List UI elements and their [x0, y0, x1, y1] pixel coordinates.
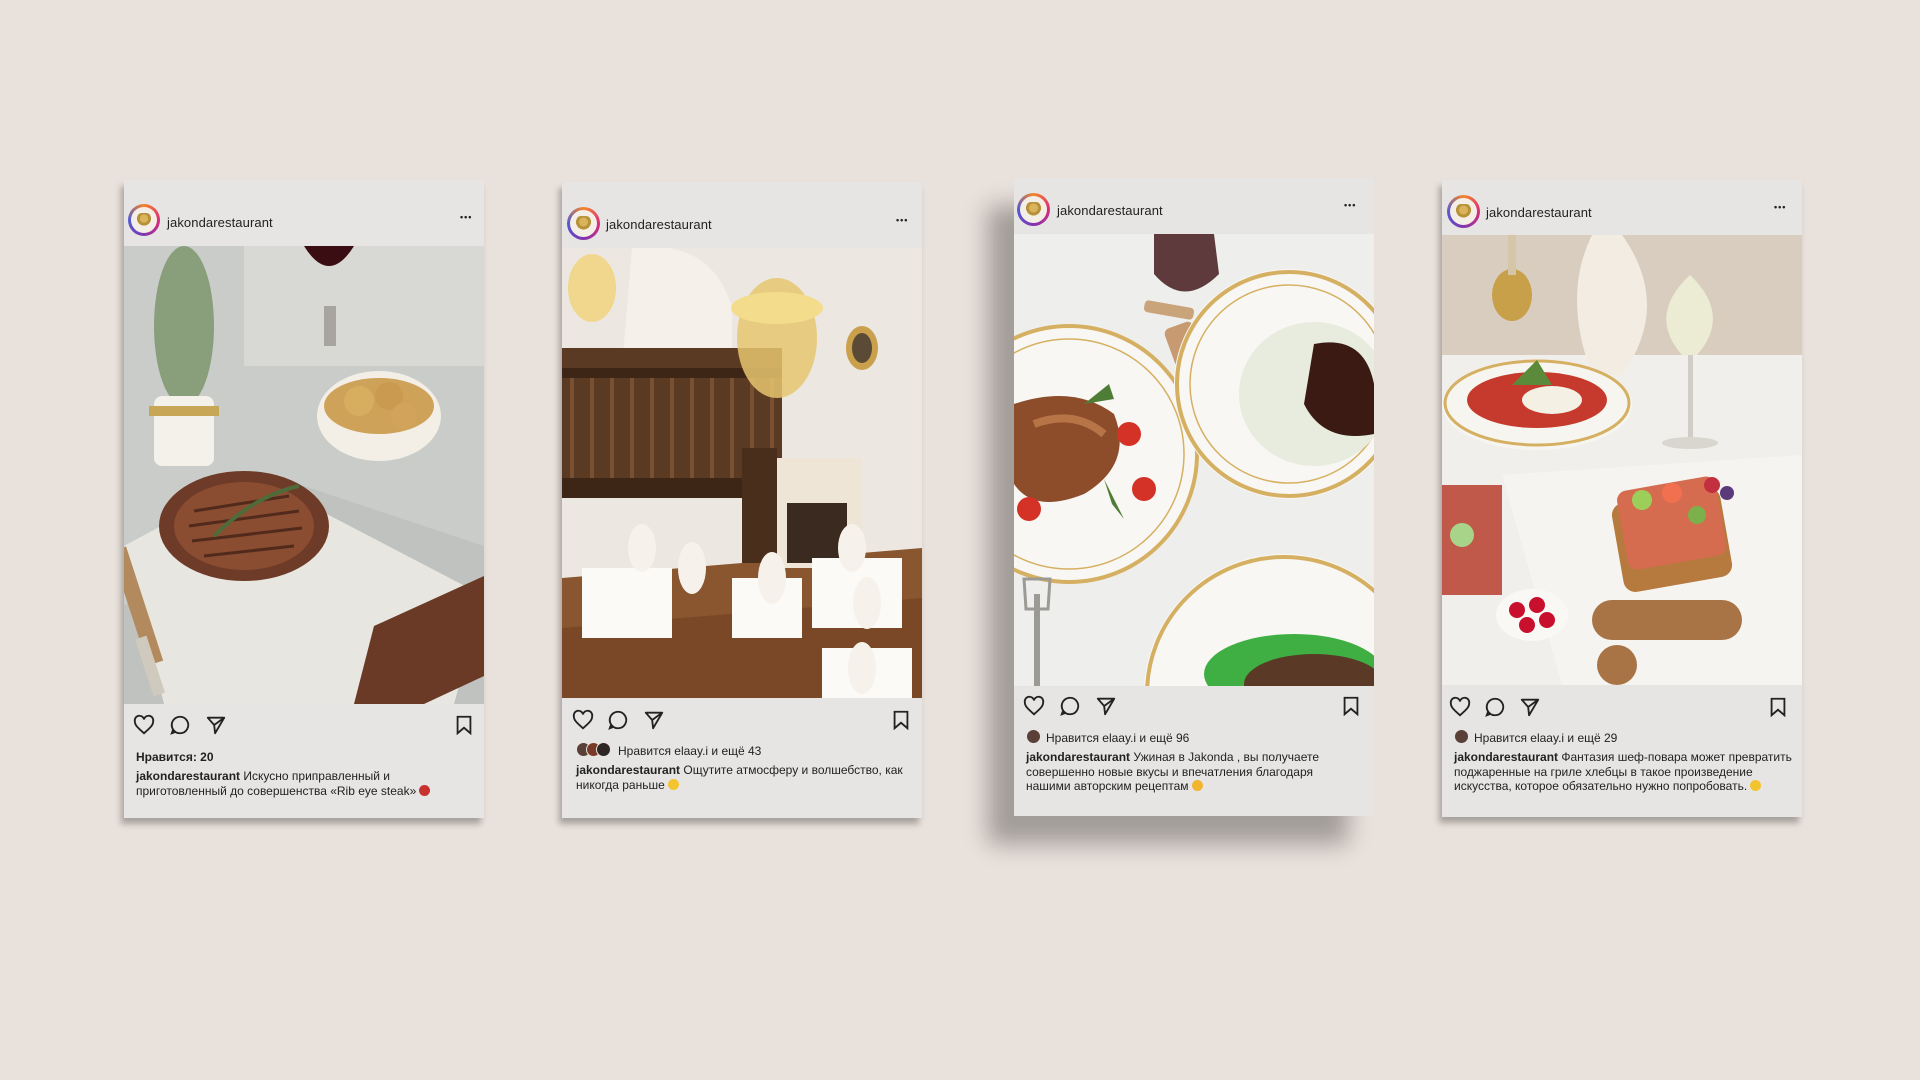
post-username[interactable]: jakondarestaurant	[167, 215, 273, 230]
liker-avatar	[596, 742, 611, 757]
post-card-2: jakondarestaurant ••• Нравится elaay.i и…	[562, 182, 922, 818]
meat-emoji-icon	[419, 784, 431, 796]
comment-icon[interactable]	[607, 709, 629, 731]
heart-icon[interactable]	[1449, 696, 1471, 718]
post-photo[interactable]	[1442, 235, 1802, 685]
heart-icon[interactable]	[572, 709, 594, 731]
likes-count[interactable]: Нравится: 20	[136, 750, 214, 764]
restaurant-logo-icon	[136, 212, 152, 228]
action-bar	[124, 711, 484, 739]
sparkles-emoji-icon	[667, 778, 679, 790]
post-caption: jakondarestaurant Ужиная в Jakonda , вы …	[1026, 750, 1356, 794]
bookmark-icon[interactable]	[1340, 695, 1362, 717]
restaurant-logo-icon	[1025, 202, 1042, 217]
caption-username[interactable]: jakondarestaurant	[1026, 750, 1130, 764]
more-options-icon[interactable]: •••	[1774, 202, 1786, 212]
likes-count[interactable]: Нравится elaay.i и ещё 96	[1026, 729, 1189, 747]
post-photo[interactable]	[1014, 234, 1374, 686]
likes-count[interactable]: Нравится elaay.i и ещё 29	[1454, 729, 1617, 747]
post-username[interactable]: jakondarestaurant	[606, 217, 712, 232]
action-bar	[562, 706, 922, 734]
heart-eyes-emoji-icon	[1191, 780, 1203, 791]
comment-icon[interactable]	[1484, 696, 1506, 718]
more-options-icon[interactable]: •••	[1344, 200, 1356, 210]
heart-icon[interactable]	[1023, 695, 1045, 717]
yum-emoji-icon	[1750, 780, 1762, 791]
caption-username[interactable]: jakondarestaurant	[1454, 750, 1558, 764]
bookmark-icon[interactable]	[890, 709, 912, 731]
action-bar	[1442, 693, 1802, 721]
bookmark-icon[interactable]	[1767, 696, 1789, 718]
avatar[interactable]	[1447, 195, 1480, 228]
caption-username[interactable]: jakondarestaurant	[576, 763, 680, 777]
share-icon[interactable]	[1095, 695, 1117, 717]
post-caption: jakondarestaurant Фантазия шеф-повара мо…	[1454, 750, 1792, 794]
liker-avatars	[576, 742, 611, 760]
more-options-icon[interactable]: •••	[896, 215, 908, 225]
post-caption: jakondarestaurant Ощутите атмосферу и во…	[576, 763, 906, 792]
post-photo[interactable]	[124, 246, 484, 704]
restaurant-logo-icon	[1455, 204, 1472, 219]
avatar[interactable]	[128, 204, 160, 236]
post-card-1: jakondarestaurant ••• Нравится: 20 jakon…	[124, 180, 484, 818]
liker-avatar	[1454, 729, 1469, 744]
share-icon[interactable]	[205, 714, 227, 736]
likes-count[interactable]: Нравится elaay.i и ещё 43	[576, 742, 761, 760]
post-photo[interactable]	[562, 248, 922, 698]
post-card-4: jakondarestaurant ••• Нравится elaay.i и…	[1442, 180, 1802, 817]
restaurant-logo-icon	[575, 216, 592, 231]
comment-icon[interactable]	[1059, 695, 1081, 717]
share-icon[interactable]	[643, 709, 665, 731]
comment-icon[interactable]	[169, 714, 191, 736]
liker-avatar	[1026, 729, 1041, 744]
share-icon[interactable]	[1519, 696, 1541, 718]
avatar[interactable]	[1017, 193, 1050, 226]
caption-username[interactable]: jakondarestaurant	[136, 769, 240, 783]
post-caption: jakondarestaurant Искусно приправленный …	[136, 769, 466, 798]
liker-avatars	[1026, 729, 1041, 747]
bookmark-icon[interactable]	[453, 714, 475, 736]
post-username[interactable]: jakondarestaurant	[1057, 203, 1163, 218]
liker-avatars	[1454, 729, 1469, 747]
avatar[interactable]	[567, 207, 600, 240]
post-username[interactable]: jakondarestaurant	[1486, 205, 1592, 220]
action-bar	[1014, 692, 1374, 720]
post-card-3: jakondarestaurant ••• Нравится elaay.i и…	[1014, 178, 1374, 816]
heart-icon[interactable]	[133, 714, 155, 736]
more-options-icon[interactable]: •••	[460, 212, 472, 222]
